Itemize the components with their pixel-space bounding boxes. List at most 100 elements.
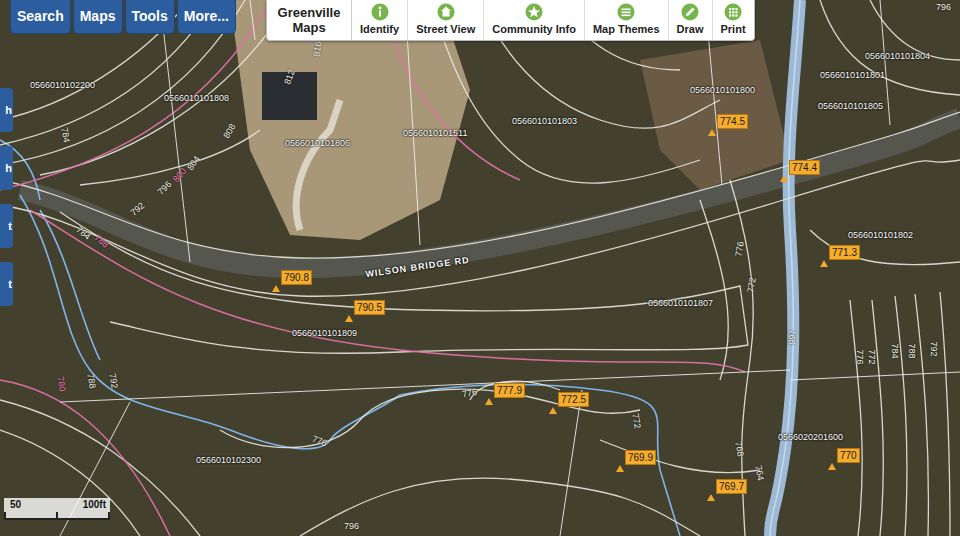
scale-labels: 50 100ft [4, 498, 110, 512]
toolbar-button[interactable]: More... [177, 0, 236, 34]
tool-label: Community Info [492, 23, 576, 35]
spot-elevation[interactable]: 777.9 [485, 383, 525, 405]
contour-line [600, 440, 760, 473]
grid-icon [729, 8, 731, 10]
grid-icon [735, 8, 737, 10]
side-tab[interactable]: t [0, 262, 13, 306]
parcel-label[interactable]: 0566020201600 [778, 432, 843, 442]
toolbar-button[interactable]: Tools [125, 0, 175, 34]
parcel-label[interactable]: 0566010101804 [865, 51, 930, 61]
pencil-icon [682, 4, 699, 21]
spot-elevation[interactable]: 790.5 [345, 300, 385, 322]
spot-elevation[interactable]: 774.5 [708, 114, 748, 136]
parcel-label[interactable]: 0566010101802 [848, 230, 913, 240]
app-logo[interactable]: Greenville Maps [267, 0, 352, 40]
side-tab-label: h [5, 104, 12, 116]
side-tab[interactable]: h [0, 146, 13, 190]
scale-label: 50 [10, 499, 21, 510]
parcel-label[interactable]: 0566010101800 [690, 85, 755, 95]
tool-button[interactable]: Identify [352, 0, 408, 40]
parcel-label[interactable]: 0566010101809 [292, 328, 357, 338]
side-tab[interactable]: h [0, 88, 13, 132]
contour-label: 788 [907, 343, 917, 358]
contour-line [820, 0, 960, 95]
spot-elevation-label: 770 [837, 448, 860, 463]
themes-icon [622, 12, 631, 14]
themes-icon [618, 4, 635, 21]
map-imagery [0, 0, 960, 536]
scale-segment [58, 512, 108, 518]
road [20, 118, 960, 268]
parcel-label[interactable]: 0566010101803 [512, 116, 577, 126]
stream-line [0, 140, 40, 200]
spot-triangle-icon [828, 463, 836, 470]
tool-label: Street View [416, 23, 475, 35]
parcel-label[interactable]: 0566010101808 [164, 93, 229, 103]
tool-button[interactable]: Street View [408, 0, 484, 40]
contour-line [470, 381, 560, 400]
contour-line [300, 478, 700, 536]
parcel-label[interactable]: 0566010102200 [30, 80, 95, 90]
spot-elevation[interactable]: 771.3 [820, 245, 860, 267]
map-canvas[interactable]: 0566010102200 0566010101808 0566010101806 0… [0, 0, 960, 536]
tool-button[interactable]: Community Info [484, 0, 585, 40]
info-icon [371, 3, 389, 21]
parcel-label[interactable]: 0566010101511 [403, 128, 467, 138]
grid-icon [732, 14, 734, 16]
parcel-label[interactable]: 0566010101806 [285, 138, 350, 148]
info-icon [379, 11, 381, 17]
tool-button[interactable]: Map Themes [585, 0, 669, 40]
contour-label: 796 [344, 521, 359, 531]
spot-elevation-label: 774.5 [717, 114, 748, 129]
star-icon [528, 6, 540, 17]
toolbar-button[interactable]: Search [10, 0, 71, 34]
tool-button[interactable]: Print [713, 0, 754, 40]
aerial-photo [0, 0, 960, 536]
spot-elevation[interactable]: 770 [828, 448, 860, 470]
spot-triangle-icon [708, 129, 716, 136]
spot-elevation[interactable]: 790.8 [272, 270, 312, 292]
parcel-label[interactable]: 0566010101801 [820, 70, 885, 80]
contour-line [0, 160, 960, 296]
spot-triangle-icon [820, 260, 828, 267]
star-icon [525, 3, 543, 21]
spot-elevation[interactable]: 774.4 [780, 160, 820, 182]
parcel-label[interactable]: 0566010102300 [196, 455, 261, 465]
scale-label: 100ft [83, 499, 106, 510]
street-icon [437, 4, 454, 21]
side-tab-label: h [5, 162, 12, 174]
spot-triangle-icon [485, 398, 493, 405]
spot-triangle-icon [272, 285, 280, 292]
spot-triangle-icon [780, 175, 788, 182]
index-contour-line [0, 10, 265, 190]
pencil-icon [686, 7, 695, 16]
tool-label: Map Themes [593, 23, 660, 35]
river [770, 0, 800, 536]
index-contour-line [30, 210, 745, 372]
parcel-line [560, 390, 582, 536]
spot-elevation[interactable]: 769.7 [707, 479, 747, 501]
contour-line [940, 292, 950, 536]
themes-icon [622, 9, 631, 11]
tool-label: Print [721, 23, 746, 35]
app-toolbar: Greenville Maps Identify Street View Commun… [266, 0, 755, 41]
contour-line [850, 300, 862, 536]
tool-button[interactable]: Draw [669, 0, 713, 40]
contour-line [915, 294, 928, 536]
toolbar-button[interactable]: Maps [73, 0, 123, 34]
parcel-line [790, 372, 960, 380]
contour-label: 768 [787, 329, 797, 344]
scale-ruler [4, 512, 110, 520]
spot-triangle-icon [616, 465, 624, 472]
parcel-label[interactable]: 0566010101805 [818, 101, 883, 111]
side-tabs: h h tt [0, 88, 13, 306]
parcel-label[interactable]: 0566010101807 [648, 298, 713, 308]
tool-label: Identify [360, 23, 399, 35]
grid-icon [732, 11, 734, 13]
spot-elevation[interactable]: 772.5 [549, 392, 589, 414]
grid-icon [729, 11, 731, 13]
side-tab[interactable]: t [0, 204, 13, 248]
spot-elevation[interactable]: 769.9 [616, 450, 656, 472]
grid-icon [735, 11, 737, 13]
spot-elevation-label: 772.5 [558, 392, 589, 407]
